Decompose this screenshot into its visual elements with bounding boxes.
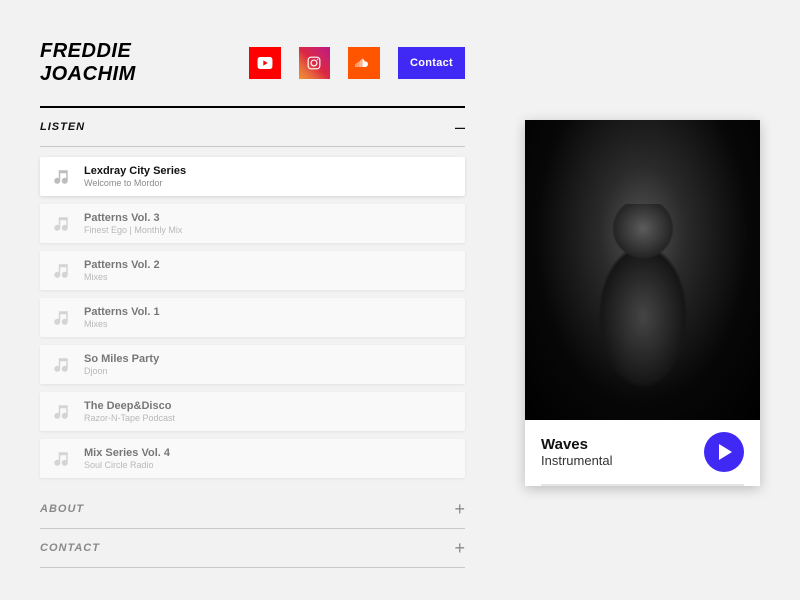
player-card: Waves Instrumental — [525, 120, 760, 486]
track-item[interactable]: The Deep&DiscoRazor-N-Tape Podcast — [40, 392, 465, 431]
track-title: Patterns Vol. 3 — [84, 212, 182, 224]
page-title: FREDDIE JOACHIM — [40, 40, 231, 86]
track-subtitle: Mixes — [84, 319, 160, 329]
accordion-contact-title: CONTACT — [40, 542, 100, 554]
player-track-title: Waves — [541, 436, 694, 453]
track-item[interactable]: Mix Series Vol. 4Soul Circle Radio — [40, 439, 465, 478]
accordion-about-title: ABOUT — [40, 503, 84, 515]
accordion-listen-header[interactable]: LISTEN – — [40, 106, 465, 147]
soundcloud-icon — [355, 58, 373, 68]
track-title: Patterns Vol. 2 — [84, 259, 160, 271]
player-track-subtitle: Instrumental — [541, 453, 694, 468]
track-title: Mix Series Vol. 4 — [84, 447, 170, 459]
youtube-icon — [257, 57, 273, 69]
track-subtitle: Soul Circle Radio — [84, 460, 170, 470]
music-note-icon — [52, 356, 70, 374]
track-subtitle: Welcome to Mordor — [84, 178, 186, 188]
track-title: The Deep&Disco — [84, 400, 175, 412]
accordion-about-header[interactable]: ABOUT + — [40, 490, 465, 528]
track-item[interactable]: Patterns Vol. 3Finest Ego | Monthly Mix — [40, 204, 465, 243]
instagram-button[interactable] — [299, 47, 331, 79]
track-list: Lexdray City SeriesWelcome to Mordor Pat… — [40, 147, 465, 488]
soundcloud-button[interactable] — [348, 47, 380, 79]
track-title: So Miles Party — [84, 353, 159, 365]
play-button[interactable] — [704, 432, 744, 472]
plus-icon: + — [454, 539, 465, 557]
track-subtitle: Finest Ego | Monthly Mix — [84, 225, 182, 235]
track-title: Patterns Vol. 1 — [84, 306, 160, 318]
youtube-button[interactable] — [249, 47, 281, 79]
player-artwork — [525, 120, 760, 420]
music-note-icon — [52, 450, 70, 468]
music-note-icon — [52, 403, 70, 421]
minus-icon: – — [455, 118, 465, 136]
accordion-listen-title: LISTEN — [40, 121, 85, 133]
progress-bar[interactable] — [541, 484, 744, 486]
instagram-icon — [307, 56, 321, 70]
music-note-icon — [52, 168, 70, 186]
track-subtitle: Mixes — [84, 272, 160, 282]
track-title: Lexdray City Series — [84, 165, 186, 177]
music-note-icon — [52, 309, 70, 327]
contact-button[interactable]: Contact — [398, 47, 465, 79]
plus-icon: + — [454, 500, 465, 518]
track-item[interactable]: Patterns Vol. 2Mixes — [40, 251, 465, 290]
music-note-icon — [52, 262, 70, 280]
play-icon — [719, 444, 732, 460]
track-item[interactable]: Lexdray City SeriesWelcome to Mordor — [40, 157, 465, 196]
music-note-icon — [52, 215, 70, 233]
track-item[interactable]: So Miles PartyDjoon — [40, 345, 465, 384]
track-item[interactable]: Patterns Vol. 1Mixes — [40, 298, 465, 337]
track-subtitle: Djoon — [84, 366, 159, 376]
track-subtitle: Razor-N-Tape Podcast — [84, 413, 175, 423]
accordion-contact-header[interactable]: CONTACT + — [40, 529, 465, 567]
